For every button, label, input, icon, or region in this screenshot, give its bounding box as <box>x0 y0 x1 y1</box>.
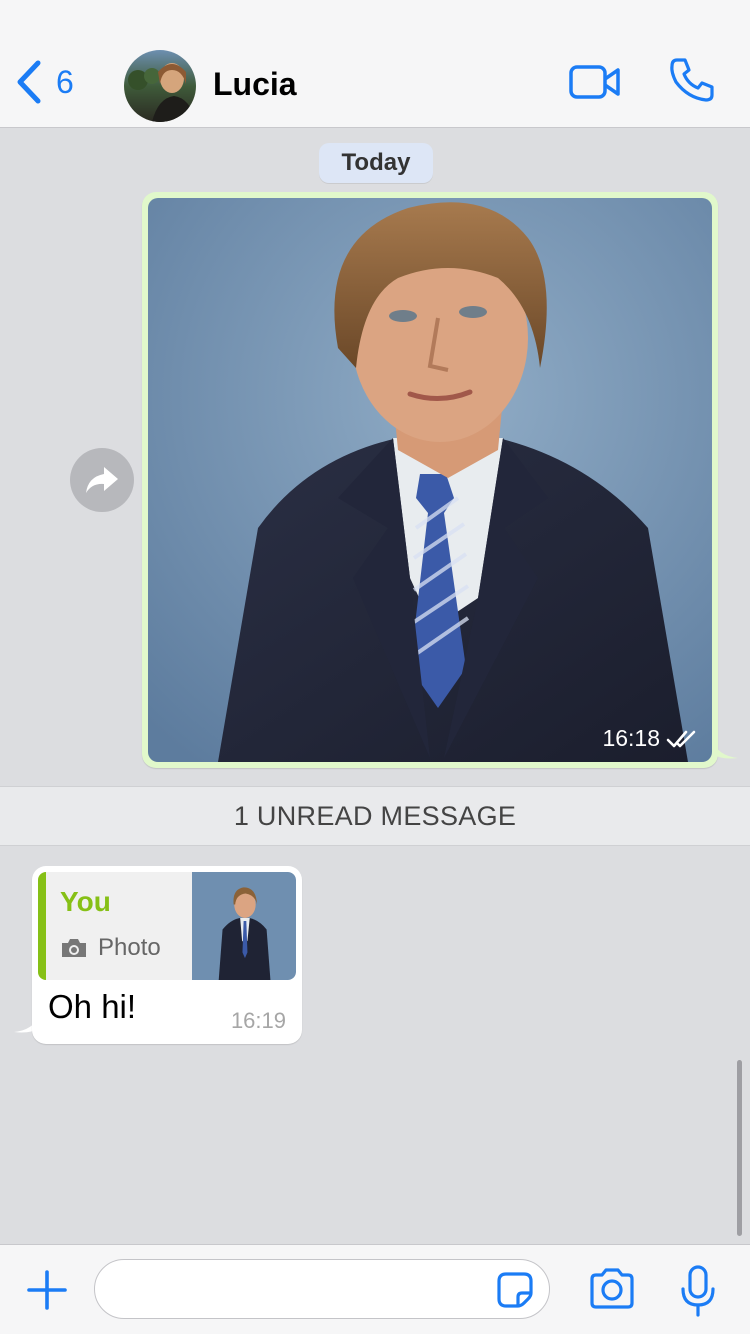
share-arrow-icon <box>86 467 118 493</box>
chevron-left-icon <box>17 60 41 104</box>
camera-button[interactable] <box>588 1267 636 1311</box>
incoming-message[interactable]: You Photo Oh hi! 16:19 <box>32 866 302 1044</box>
reply-type-label: Photo <box>98 934 161 961</box>
message-text: Oh hi! <box>48 988 137 1025</box>
back-button[interactable]: 6 <box>16 60 74 104</box>
attach-button[interactable] <box>26 1269 68 1311</box>
quoted-reply[interactable]: You Photo <box>38 872 296 980</box>
plus-icon <box>27 1270 67 1310</box>
reply-author: You <box>60 886 111 917</box>
double-check-icon <box>666 730 696 747</box>
chat-header: 6 Lucia <box>0 0 750 128</box>
unread-chats-count: 6 <box>56 64 74 100</box>
avatar[interactable] <box>124 50 196 122</box>
reply-accent-bar <box>38 872 46 980</box>
contact-name[interactable]: Lucia <box>213 64 297 104</box>
microphone-button[interactable] <box>680 1265 716 1317</box>
message-input[interactable] <box>94 1259 550 1319</box>
unread-banner: 1 UNREAD MESSAGE <box>0 786 750 846</box>
video-call-button[interactable] <box>568 62 622 102</box>
sticker-button[interactable] <box>496 1271 534 1309</box>
phone-icon <box>670 58 714 102</box>
message-input-bar <box>0 1244 750 1334</box>
outgoing-photo-message[interactable]: 16:18 <box>142 192 718 768</box>
forward-button[interactable] <box>70 448 134 512</box>
message-meta: 16:18 <box>602 725 698 752</box>
sticker-icon <box>497 1272 533 1308</box>
reply-type: Photo <box>60 934 161 962</box>
message-time: 16:18 <box>602 725 660 751</box>
bubble-tail <box>712 740 738 759</box>
microphone-icon <box>681 1265 715 1317</box>
voice-call-button[interactable] <box>668 56 716 104</box>
video-camera-icon <box>569 65 620 99</box>
camera-icon <box>62 939 86 957</box>
camera-icon <box>590 1268 634 1309</box>
scrollbar[interactable] <box>737 1060 742 1236</box>
message-photo[interactable]: 16:18 <box>148 198 712 762</box>
date-separator: Today <box>319 143 433 183</box>
message-time: 16:19 <box>230 1008 286 1033</box>
reply-thumbnail <box>192 872 296 980</box>
